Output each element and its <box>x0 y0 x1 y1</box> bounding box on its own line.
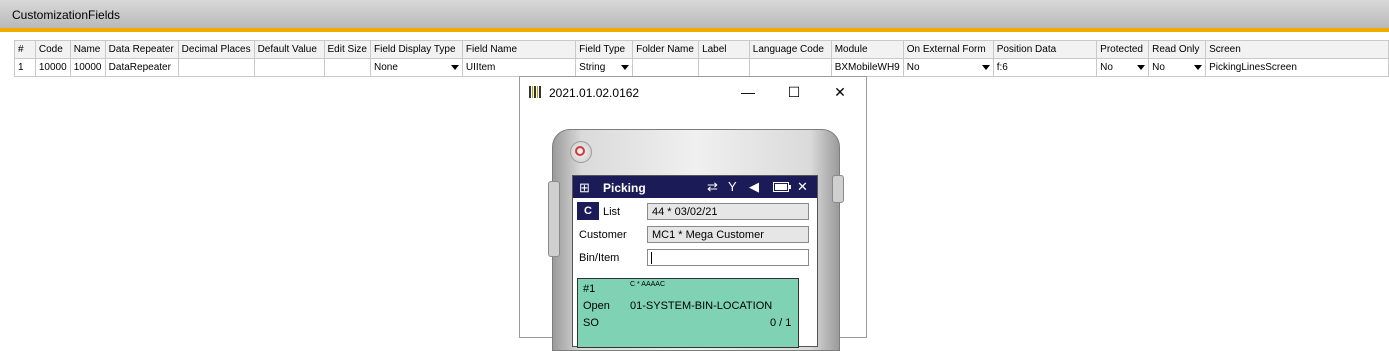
dropdown-arrow-icon[interactable] <box>1137 65 1146 70</box>
field-display-type-value: None <box>373 62 398 73</box>
cell-module[interactable]: BXMobileWH9 <box>830 58 904 77</box>
line-item-code: C * AAAAC <box>630 281 666 288</box>
col-header-field-name[interactable]: Field Name <box>461 40 577 59</box>
col-header-field-type[interactable]: Field Type <box>575 40 634 59</box>
close-window-button[interactable]: ✕ <box>820 81 860 103</box>
device-screen: ⊞ Picking ⇄ Y ◀ ✕ C List 44 * 03/02/21 C… <box>572 175 818 348</box>
cell-edit-size[interactable] <box>323 58 371 77</box>
cell-on-external-form-dropdown[interactable]: No <box>902 58 994 77</box>
dropdown-arrow-icon[interactable] <box>981 65 990 70</box>
col-header-label[interactable]: Label <box>698 40 750 59</box>
customer-value-field: MC1 * Mega Customer <box>647 226 809 243</box>
device-side-button-right[interactable] <box>832 175 844 203</box>
emulator-window-title: 2021.01.02.0162 <box>549 86 640 100</box>
text-cursor <box>651 252 652 264</box>
col-header-on-external-form[interactable]: On External Form <box>902 40 994 59</box>
cell-folder-name[interactable] <box>632 58 700 77</box>
cell-decimal-places[interactable] <box>177 58 255 77</box>
col-header-decimal-places[interactable]: Decimal Places <box>177 40 255 59</box>
cell-field-name[interactable]: UIItem <box>461 58 577 77</box>
dropdown-arrow-icon[interactable] <box>1194 65 1203 70</box>
binitem-input[interactable] <box>647 249 809 266</box>
device-navbar: ⊞ Picking ⇄ Y ◀ ✕ <box>573 176 817 198</box>
cell-position-data[interactable]: f:6 <box>992 58 1098 77</box>
col-header-protected[interactable]: Protected <box>1096 40 1150 59</box>
col-header-module[interactable]: Module <box>830 40 904 59</box>
battery-icon[interactable] <box>773 182 791 192</box>
col-header-num[interactable]: # <box>14 40 36 59</box>
col-header-language-code[interactable]: Language Code <box>748 40 832 59</box>
cell-field-display-type-dropdown[interactable]: None <box>369 58 463 77</box>
cell-language-code[interactable] <box>748 58 832 77</box>
on-external-form-value: No <box>906 62 920 73</box>
col-header-folder-name[interactable]: Folder Name <box>632 40 700 59</box>
binitem-label: Bin/Item <box>579 252 620 264</box>
cell-code[interactable]: 10000 <box>34 58 71 77</box>
cell-screen[interactable]: PickingLinesScreen <box>1205 58 1389 77</box>
dropdown-arrow-icon[interactable] <box>621 65 630 70</box>
field-type-value: String <box>579 62 606 73</box>
list-label: List <box>603 206 621 218</box>
col-header-default-value[interactable]: Default Value <box>253 40 325 59</box>
customization-fields-grid: # Code Name Data Repeater Decimal Places… <box>14 40 1389 77</box>
cell-protected-dropdown[interactable]: No <box>1096 58 1150 77</box>
app-title: Picking <box>603 181 646 195</box>
line-document-type: SO <box>583 317 599 329</box>
power-ring <box>575 146 585 156</box>
table-row[interactable]: 1 10000 10000 DataRepeater None UIItem S… <box>14 58 1389 77</box>
col-header-data-repeater[interactable]: Data Repeater <box>104 40 179 59</box>
barcode-app-icon <box>529 86 541 98</box>
grid-header-row: # Code Name Data Repeater Decimal Places… <box>14 40 1389 59</box>
line-status: Open <box>583 300 610 312</box>
cell-default-value[interactable] <box>253 58 325 77</box>
line-bin-location: 01-SYSTEM-BIN-LOCATION <box>630 300 773 312</box>
form-title: CustomizationFields <box>12 8 121 22</box>
line-quantity: 0 / 1 <box>770 317 792 329</box>
protected-value: No <box>1100 62 1113 73</box>
line-number: #1 <box>583 283 596 295</box>
col-header-name[interactable]: Name <box>69 40 106 59</box>
power-icon[interactable] <box>570 141 592 163</box>
close-icon[interactable]: ✕ <box>797 179 808 195</box>
cell-label[interactable] <box>698 58 750 77</box>
device-side-button-left[interactable] <box>548 181 560 257</box>
windows-flag-icon[interactable]: ⊞ <box>579 180 590 196</box>
sync-arrows-icon[interactable]: ⇄ <box>707 179 718 195</box>
cell-field-type-dropdown[interactable]: String <box>575 58 634 77</box>
read-only-value: No <box>1152 62 1165 73</box>
form-titlebar: CustomizationFields <box>0 0 1389 29</box>
list-value-field: 44 * 03/02/21 <box>647 203 809 220</box>
cell-read-only-dropdown[interactable]: No <box>1148 58 1207 77</box>
col-header-position-data[interactable]: Position Data <box>992 40 1098 59</box>
maximize-button[interactable]: ☐ <box>774 81 814 103</box>
emulator-window: 2021.01.02.0162 — ☐ ✕ ⊞ Picking ⇄ Y ◀ ✕ … <box>519 76 867 351</box>
signal-off-icon[interactable]: Y <box>728 179 737 194</box>
customer-label: Customer <box>579 229 627 241</box>
picking-line-item[interactable]: #1 C * AAAAC Open 01-SYSTEM-BIN-LOCATION… <box>577 278 799 348</box>
col-header-screen[interactable]: Screen <box>1205 40 1389 59</box>
cell-name[interactable]: 10000 <box>69 58 106 77</box>
col-header-read-only[interactable]: Read Only <box>1148 40 1207 59</box>
emulator-titlebar[interactable]: 2021.01.02.0162 — ☐ ✕ <box>520 77 866 107</box>
col-header-code[interactable]: Code <box>34 40 71 59</box>
col-header-field-display-type[interactable]: Field Display Type <box>369 40 463 59</box>
dropdown-arrow-icon[interactable] <box>450 65 459 70</box>
cell-num[interactable]: 1 <box>14 58 36 77</box>
volume-mute-icon[interactable]: ◀ <box>749 179 759 195</box>
col-header-edit-size[interactable]: Edit Size <box>323 40 371 59</box>
c-button[interactable]: C <box>577 202 599 220</box>
minimize-button[interactable]: — <box>728 81 768 103</box>
cell-data-repeater[interactable]: DataRepeater <box>104 58 179 77</box>
